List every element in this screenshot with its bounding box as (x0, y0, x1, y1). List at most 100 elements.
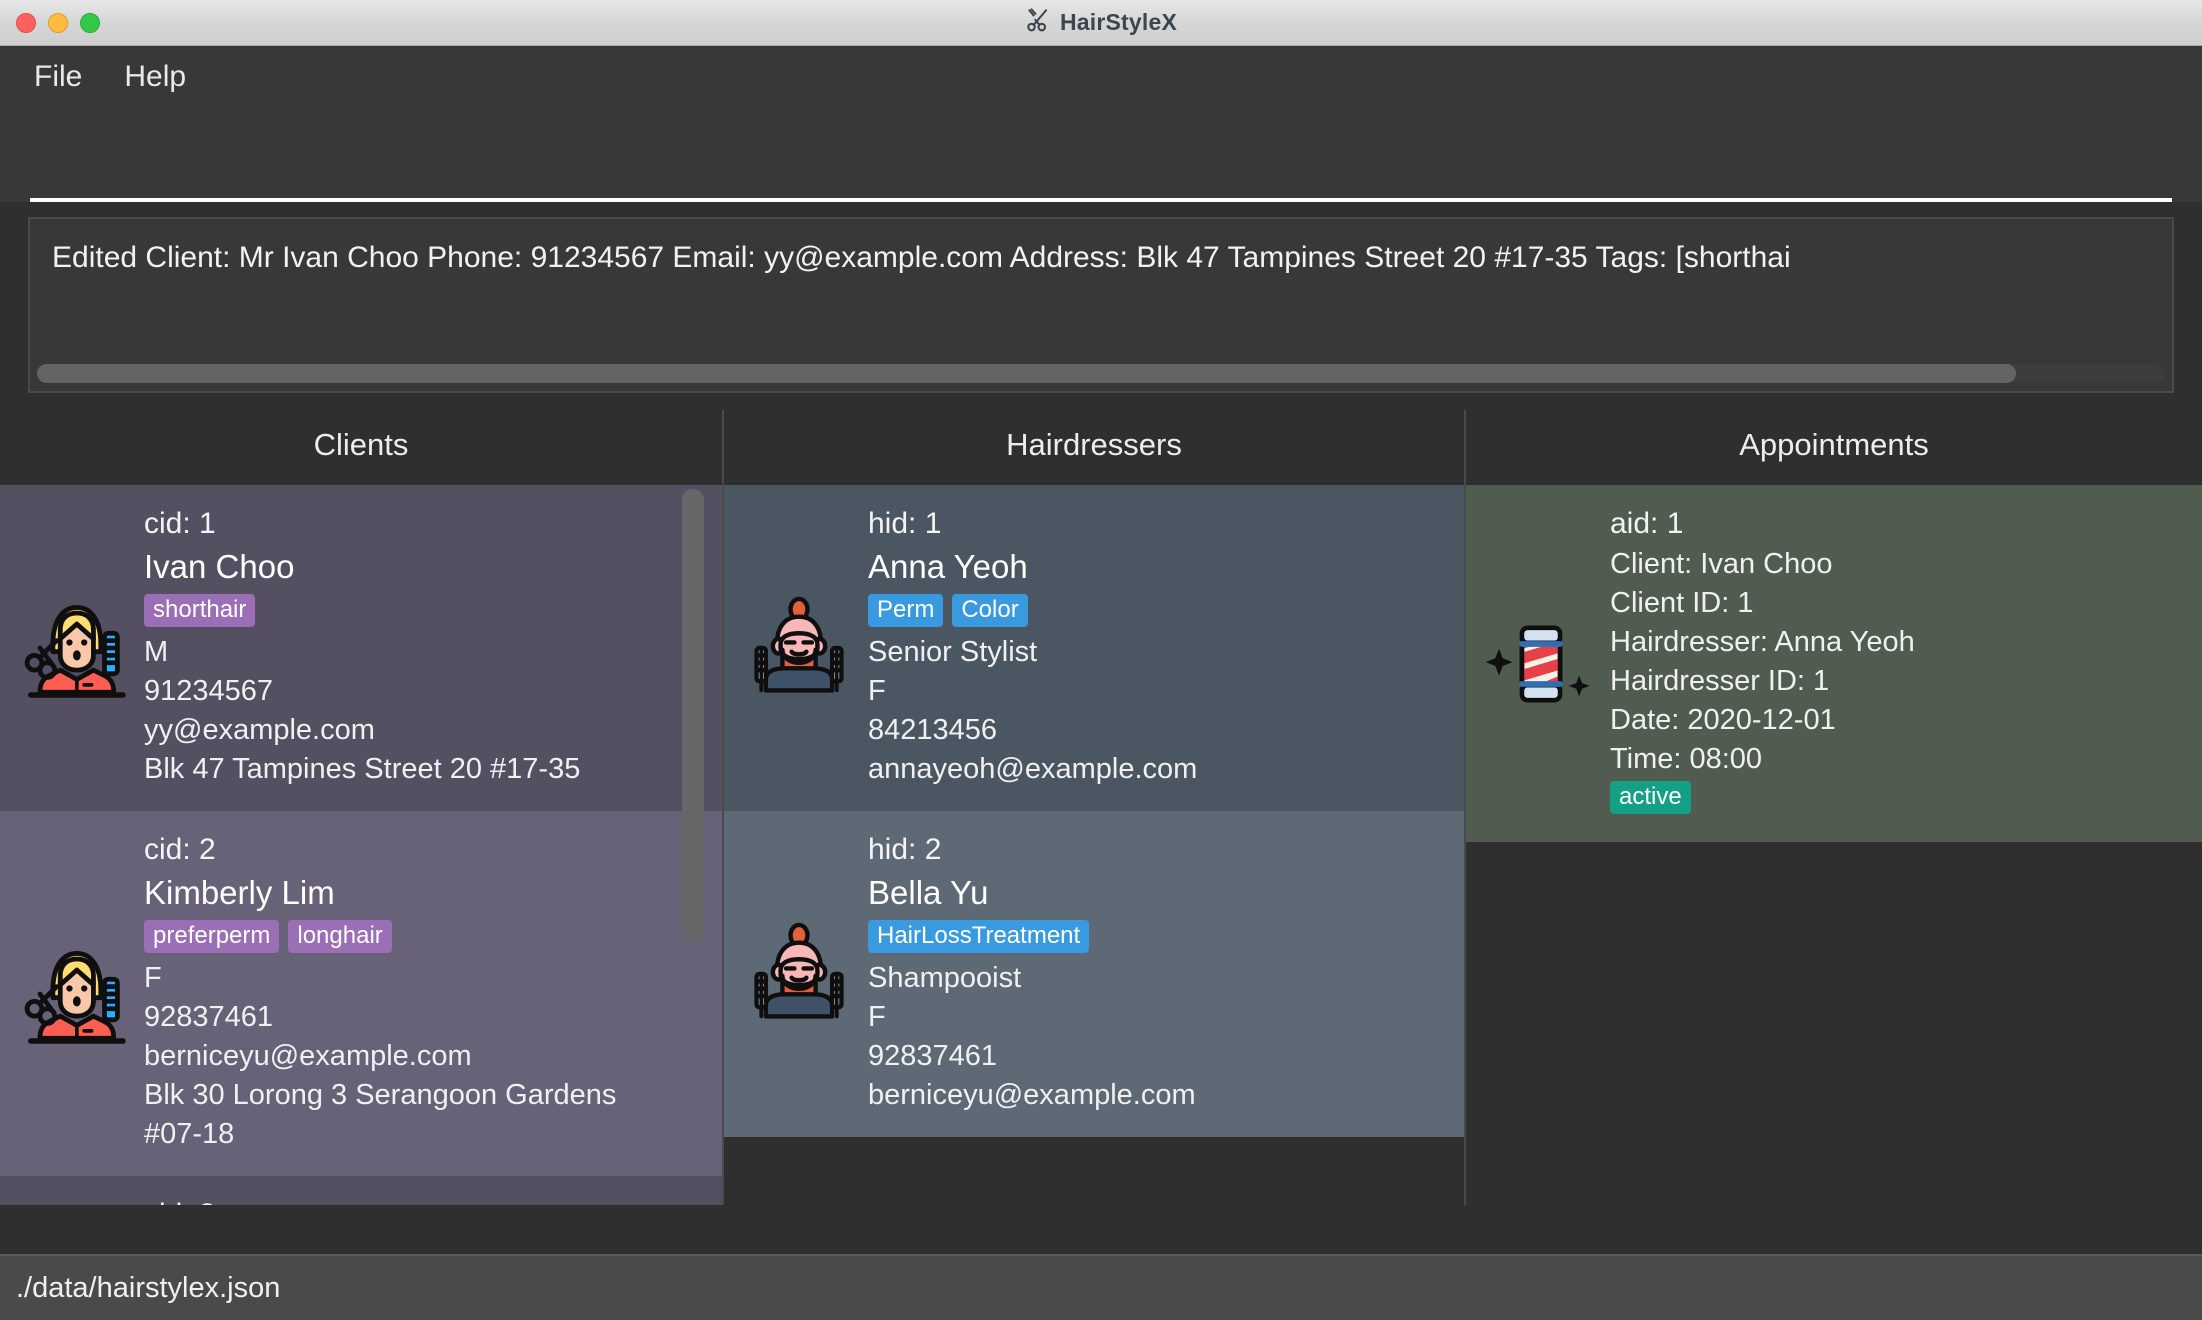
client-card-tag-row: shorthair (144, 592, 580, 633)
hairdresser-tag: HairLossTreatment (868, 920, 1090, 954)
client-tag: longhair (288, 920, 392, 954)
clients-panel: Clients cid: 1 Ivan Choo shorthair M 9123456… (0, 410, 722, 1205)
client-card-line: #07-18 (144, 1118, 235, 1151)
scissors-icon (1025, 7, 1051, 38)
client-tag: shorthair (144, 594, 256, 628)
appointment-card-body: aid: 1 Client: Ivan Choo Client ID: 1 Haird… (1610, 507, 1915, 820)
client-card-id: cid: 1 (144, 507, 216, 540)
hairdresser-card-line: F (868, 1001, 886, 1034)
window-titlebar: HairStyleX (0, 0, 2202, 46)
main-panels: Clients cid: 1 Ivan Choo shorthair M 9123456… (0, 410, 2202, 1205)
hairdresser-card-id: hid: 2 (868, 833, 942, 867)
command-area (0, 108, 2202, 202)
client-tag: preferperm (144, 920, 280, 954)
hairdresser-card-line: Senior Stylist (868, 636, 1038, 669)
close-button[interactable] (16, 12, 36, 33)
client-avatar-glyph (24, 605, 126, 698)
hairdresser-card-line: 84213456 (868, 714, 998, 747)
hairdressers-panel-title: Hairdressers (1006, 427, 1182, 462)
client-card-line: 91234567 (144, 675, 274, 708)
appointment-card-id: aid: 1 (1610, 507, 1684, 540)
appointments-list-area: aid: 1 Client: Ivan Choo Client ID: 1 Haird… (1466, 485, 2202, 1205)
appointment-card-line: Time: 08:00 (1610, 743, 1763, 775)
status-bar-file-path: ./data/hairstylex.json (16, 1271, 281, 1304)
client-card-line: 92837461 (144, 1001, 274, 1034)
traffic-light-group (16, 12, 100, 33)
result-display-text: Edited Client: Mr Ivan Choo Phone: 91234… (52, 241, 1791, 274)
result-horizontal-scrollbar[interactable] (37, 364, 2165, 383)
window-title: HairStyleX (1059, 9, 1178, 35)
appointment-card-line: Client: Ivan Choo (1610, 548, 1833, 580)
hairdressers-panel: Hairdressers hid: 1 Anna Yeoh Perm Color Sen… (722, 410, 1464, 1205)
maximize-button[interactable] (80, 12, 100, 33)
clients-vertical-scrollbar-thumb[interactable] (682, 489, 704, 944)
window-title-group: HairStyleX (0, 0, 2202, 45)
hairdresser-avatar-icon (734, 589, 864, 707)
hairdresser-card-name: Bella Yu (868, 874, 989, 912)
appointment-card-line: Hairdresser ID: 1 (1610, 665, 1830, 697)
hairdresser-tag: Color (952, 594, 1028, 628)
hairdresser-card-line: 92837461 (868, 1040, 998, 1073)
hairdresser-avatar-glyph (754, 596, 844, 693)
client-card-body: cid: 3John DoeowesMoneyshortHair (144, 1198, 414, 1205)
client-card-name: Ivan Choo (144, 548, 295, 585)
clients-list-area: cid: 1 Ivan Choo shorthair M 91234567 yy@exam… (0, 485, 722, 1205)
appointment-card[interactable]: aid: 1 Client: Ivan Choo Client ID: 1 Haird… (1466, 485, 2202, 843)
status-badge-row: active (1610, 779, 1915, 820)
appointment-card-line: Date: 2020-12-01 (1610, 704, 1836, 736)
client-card-name: Kimberly Lim (144, 874, 335, 912)
result-display-panel: Edited Client: Mr Ivan Choo Phone: 91234… (28, 217, 2174, 393)
client-card-line: Blk 30 Lorong 3 Serangoon Gardens (144, 1079, 617, 1112)
appointments-panel-title: Appointments (1739, 427, 1929, 462)
command-input[interactable] (30, 144, 2172, 202)
client-card-line: F (144, 962, 162, 995)
barber-pole-icon (1476, 603, 1606, 725)
client-card[interactable]: cid: 3John DoeowesMoneyshortHair (0, 1176, 722, 1205)
hairdresser-card-line: Shampooist (868, 962, 1022, 995)
appointment-card-line: Hairdresser: Anna Yeoh (1610, 626, 1915, 658)
hairdresser-card-line: berniceyu@example.com (868, 1079, 1196, 1112)
status-bar: ./data/hairstylex.json (0, 1254, 2202, 1320)
client-card-line: yy@example.com (144, 714, 375, 747)
result-horizontal-scrollbar-thumb[interactable] (37, 364, 2017, 383)
hairdresser-tag: Perm (868, 594, 944, 628)
client-card[interactable]: cid: 2 Kimberly Lim preferperm longhair F 928… (0, 811, 722, 1177)
hairdressers-list: hid: 1 Anna Yeoh Perm Color Senior Stylist F 8… (724, 485, 1464, 1138)
client-card-tag-row: preferperm longhair (144, 918, 616, 959)
client-card-line: M (144, 636, 169, 669)
status-badge: active (1610, 781, 1691, 815)
menu-item-help[interactable]: Help (124, 60, 186, 94)
hairdresser-card-line: annayeoh@example.com (868, 753, 1198, 786)
client-card-body: cid: 1 Ivan Choo shorthair M 91234567 yy@exam… (144, 507, 580, 789)
client-card-body: cid: 2 Kimberly Lim preferperm longhair F 928… (144, 833, 616, 1154)
hairdresser-card[interactable]: hid: 2 Bella Yu HairLossTreatment Shampoois… (724, 811, 1464, 1138)
appointments-list: aid: 1 Client: Ivan Choo Client ID: 1 Haird… (1466, 485, 2202, 843)
hairdresser-card-tag-row: HairLossTreatment (868, 918, 1196, 959)
minimize-button[interactable] (48, 12, 68, 33)
barber-pole-glyph (1485, 625, 1590, 703)
hairdresser-card-body: hid: 1 Anna Yeoh Perm Color Senior Stylist F 8… (868, 507, 1197, 789)
clients-panel-title: Clients (313, 427, 409, 462)
client-avatar-icon (10, 935, 140, 1053)
hairdresser-card[interactable]: hid: 1 Anna Yeoh Perm Color Senior Stylist F 8… (724, 485, 1464, 812)
client-card[interactable]: cid: 1 Ivan Choo shorthair M 91234567 yy@exam… (0, 485, 722, 812)
hairdresser-card-body: hid: 2 Bella Yu HairLossTreatment Shampoois… (868, 833, 1196, 1115)
client-card-line: berniceyu@example.com (144, 1040, 472, 1073)
hairdresser-avatar-icon (734, 915, 864, 1033)
hairdressers-list-area: hid: 1 Anna Yeoh Perm Color Senior Stylist F 8… (724, 485, 1464, 1205)
clients-list: cid: 1 Ivan Choo shorthair M 91234567 yy@exam… (0, 485, 722, 1205)
hairdresser-card-tag-row: Perm Color (868, 592, 1197, 633)
client-avatar-icon (10, 1202, 140, 1205)
client-avatar-icon (10, 589, 140, 707)
hairdresser-avatar-glyph (754, 923, 844, 1019)
client-avatar-glyph (16, 1202, 134, 1205)
appointments-panel: Appointments aid: 1 Client: Ivan Choo Clie… (1464, 410, 2202, 1205)
menu-item-file[interactable]: File (34, 60, 82, 94)
clients-vertical-scrollbar[interactable] (682, 487, 704, 1203)
client-card-id: cid: 3 (144, 1198, 414, 1205)
client-card-id: cid: 2 (144, 833, 216, 867)
hairdresser-card-id: hid: 1 (868, 507, 942, 540)
client-card-line: Blk 47 Tampines Street 20 #17-35 (144, 753, 581, 786)
client-avatar-glyph (24, 950, 126, 1044)
hairdresser-card-line: F (868, 675, 886, 708)
